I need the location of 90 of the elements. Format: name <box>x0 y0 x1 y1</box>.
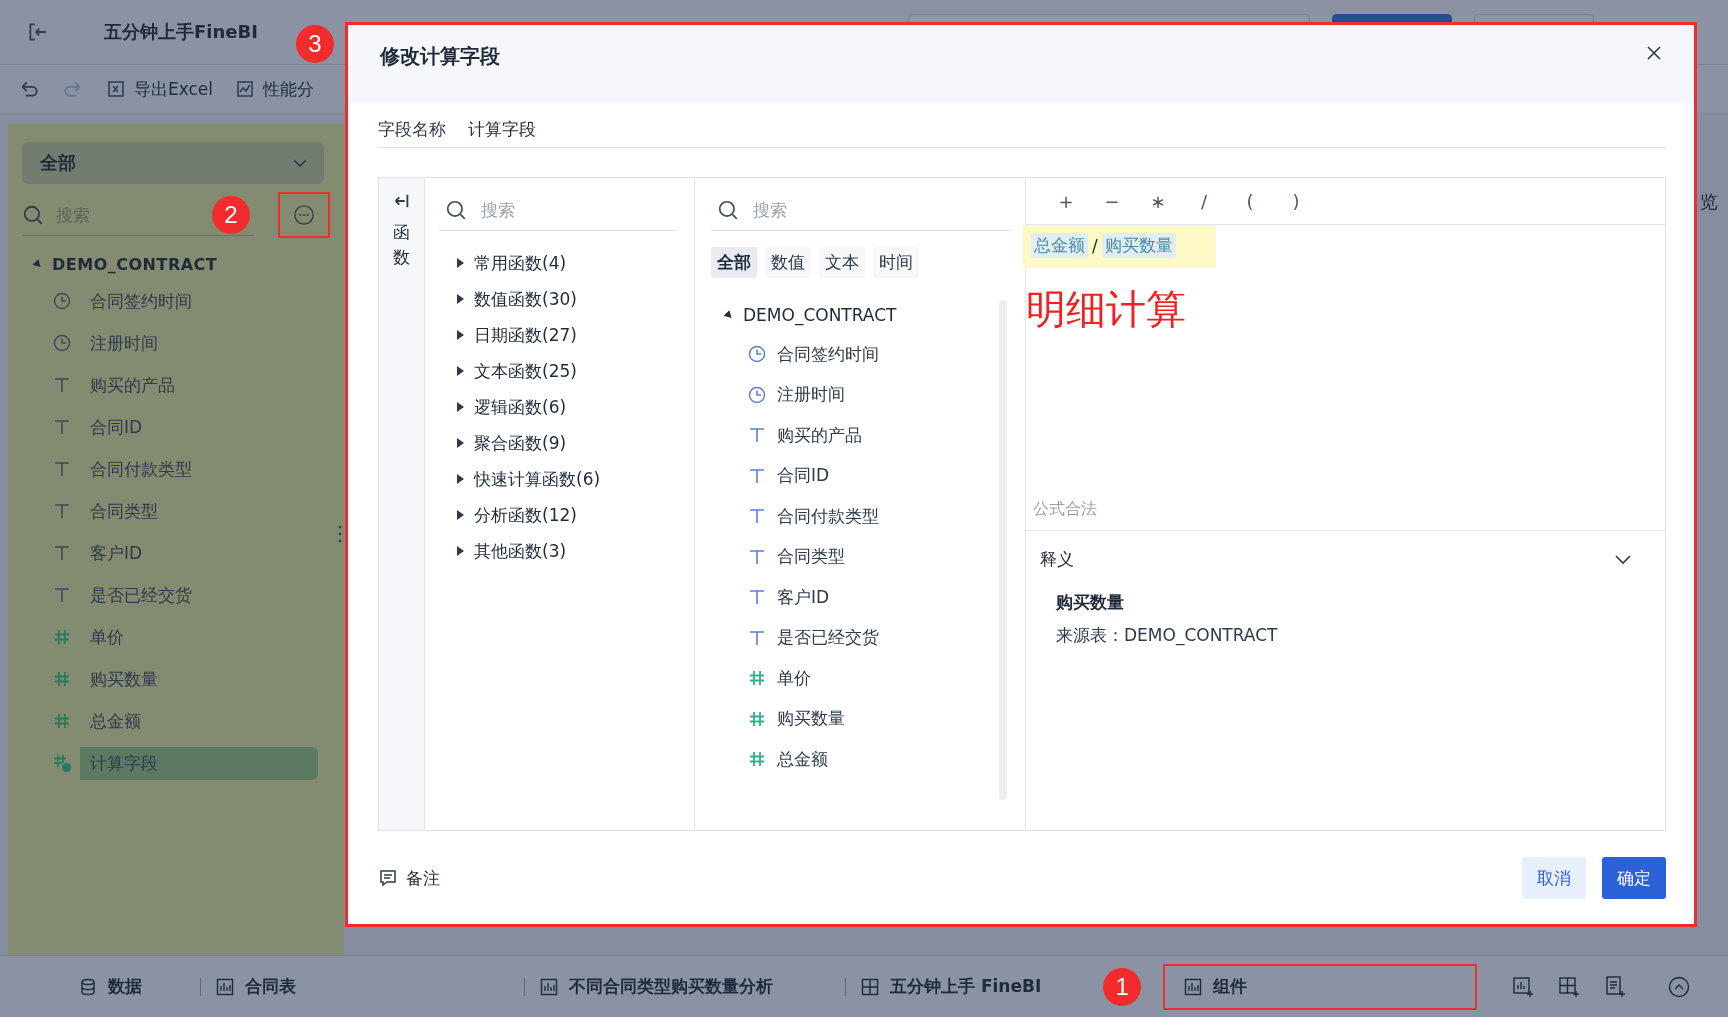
field-item[interactable]: 客户ID <box>777 585 830 609</box>
function-group[interactable]: 其他函数(3) <box>439 533 678 569</box>
field-item[interactable]: 单价 <box>777 666 811 690</box>
sheet-tab[interactable]: 组件 <box>1163 963 1478 1010</box>
field-item[interactable]: 合同类型 <box>777 545 845 569</box>
hash-icon <box>52 669 72 689</box>
more-icon <box>293 204 315 226</box>
sheet-tab[interactable]: 合同表 <box>205 963 306 1010</box>
table-node[interactable]: DEMO_CONTRACT <box>711 296 1011 334</box>
source-table-text: 来源表：DEMO_CONTRACT <box>1056 624 1279 647</box>
note-button[interactable]: 备注 <box>378 866 440 890</box>
operator-button[interactable]: + <box>1054 190 1078 212</box>
add-dashboard-icon[interactable] <box>1557 974 1582 999</box>
operator-button[interactable]: − <box>1100 190 1124 212</box>
confirm-button[interactable]: 确定 <box>1602 857 1666 899</box>
line-chart-icon <box>235 79 256 99</box>
operator-button[interactable]: / <box>1192 190 1216 212</box>
spreadsheet-icon <box>106 79 126 99</box>
clock-icon <box>52 333 72 353</box>
text-type-icon <box>52 543 72 563</box>
grid-icon <box>860 976 880 997</box>
collapse-panel-icon[interactable] <box>392 192 411 210</box>
resize-handle[interactable] <box>338 524 342 544</box>
filter-tab[interactable]: 全部 <box>711 247 757 278</box>
field-item[interactable]: 购买数量 <box>777 707 845 731</box>
function-group[interactable]: 快速计算函数(6) <box>439 461 678 497</box>
filter-tab[interactable]: 时间 <box>873 247 919 278</box>
comment-icon <box>378 868 398 888</box>
clock-icon <box>747 344 767 365</box>
function-group[interactable]: 数值函数(30) <box>439 281 678 317</box>
text-type-icon <box>52 375 72 395</box>
search-icon[interactable] <box>445 199 467 221</box>
hash-icon <box>52 627 72 647</box>
sheet-tab[interactable]: 五分钟上手 FineBI <box>850 963 1052 1010</box>
bar-chart-icon <box>215 976 235 997</box>
function-group[interactable]: 文本函数(25) <box>439 353 678 389</box>
field-name: 购买数量 <box>1056 591 1125 614</box>
function-group[interactable]: 聚合函数(9) <box>439 425 678 461</box>
field-name-label: 字段名称 <box>378 117 446 141</box>
field-name-input[interactable]: 计算字段 <box>466 113 1666 145</box>
dialog-title: 修改计算字段 <box>380 43 500 70</box>
operator-button[interactable]: ( <box>1238 190 1262 212</box>
function-group[interactable]: 逻辑函数(6) <box>439 389 678 425</box>
field-item[interactable]: 合同签约时间 <box>777 342 879 366</box>
add-report-icon[interactable] <box>1603 974 1628 999</box>
calculated-field-icon <box>52 753 72 773</box>
operator-button[interactable]: ∗ <box>1146 190 1170 212</box>
performance-button[interactable]: 性能分 <box>235 77 315 101</box>
app-title: 五分钟上手FineBI <box>104 20 258 44</box>
function-group[interactable]: 分析函数(12) <box>439 497 678 533</box>
search-icon[interactable] <box>717 199 739 221</box>
hash-icon <box>52 711 72 731</box>
section-title: 释义 <box>1040 547 1074 571</box>
search-input[interactable]: 搜索 <box>479 199 663 221</box>
formula-input[interactable]: 总金额 / 购买数量 <box>1023 225 1216 268</box>
field-item[interactable]: 总金额 <box>777 747 828 771</box>
clock-icon <box>52 291 72 311</box>
sheet-tab[interactable]: 不同合同类型购买数量分析 <box>529 963 783 1010</box>
functions-tab[interactable]: 函数 <box>393 220 410 270</box>
add-chart-icon[interactable] <box>1511 974 1536 999</box>
panel-label: 览 <box>1700 190 1718 214</box>
collapse-icon[interactable] <box>1667 974 1692 999</box>
sheet-tab[interactable]: 数据 <box>68 963 152 1010</box>
filter-tab[interactable]: 文本 <box>819 247 865 278</box>
clock-icon <box>747 384 767 405</box>
operator-button[interactable]: ) <box>1284 190 1308 212</box>
callout-marker: 1 <box>1103 967 1142 1006</box>
annotation-text: 明细计算 <box>1026 285 1186 334</box>
database-icon <box>78 976 98 997</box>
more-button[interactable] <box>278 192 330 238</box>
cancel-button[interactable]: 取消 <box>1522 857 1586 899</box>
table-node[interactable]: DEMO_CONTRACT <box>22 248 330 280</box>
export-excel-button[interactable]: 导出Excel <box>106 77 214 101</box>
text-type-icon <box>52 585 72 605</box>
formula-status: 公式合法 <box>1033 499 1097 520</box>
filter-tab[interactable]: 数值 <box>765 247 811 278</box>
field-item[interactable]: 是否已经交货 <box>777 626 879 650</box>
function-group[interactable]: 常用函数(4) <box>439 245 678 281</box>
bar-chart-icon <box>539 976 559 997</box>
field-item[interactable]: 购买的产品 <box>777 423 862 447</box>
search-input[interactable]: 搜索 <box>751 199 935 221</box>
field-item[interactable]: 注册时间 <box>777 383 845 407</box>
callout-marker: 2 <box>212 196 250 234</box>
function-group[interactable]: 日期函数(27) <box>439 317 678 353</box>
text-type-icon <box>52 459 72 479</box>
field-item[interactable]: 合同付款类型 <box>777 504 879 528</box>
bar-chart-icon <box>1183 976 1204 997</box>
text-type-icon <box>52 501 72 521</box>
text-type-icon <box>52 417 72 437</box>
field-item[interactable]: 合同ID <box>777 464 830 488</box>
